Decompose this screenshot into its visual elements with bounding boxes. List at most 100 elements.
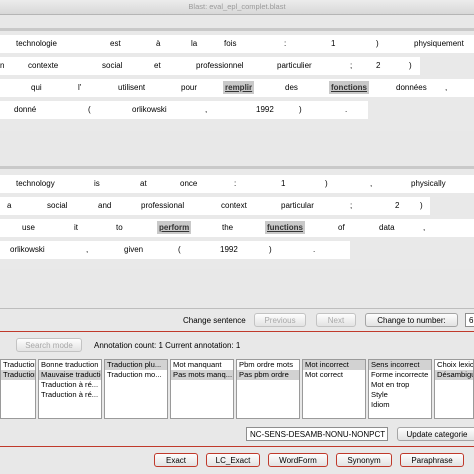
category-list[interactable]: Sens incorrect Forme incorrecte Mot en t…: [368, 359, 432, 419]
source-token[interactable]: particulier: [277, 57, 312, 75]
target-token[interactable]: physically: [411, 175, 446, 193]
list-item[interactable]: Traduction à ré...: [39, 390, 101, 400]
source-token[interactable]: ,: [445, 79, 447, 97]
target-token[interactable]: orlikowski: [10, 241, 45, 259]
list-item[interactable]: Traduction à ré...: [39, 380, 101, 390]
source-token[interactable]: l': [78, 79, 81, 97]
list-item[interactable]: Mot manquant: [171, 360, 233, 370]
target-token[interactable]: ): [325, 175, 328, 193]
previous-button[interactable]: Previous: [254, 313, 306, 327]
target-token[interactable]: to: [116, 219, 123, 237]
category-list[interactable]: Choix lexicaux Désambiguïs...: [434, 359, 474, 419]
list-item[interactable]: Traduction mo...: [105, 370, 167, 380]
source-token[interactable]: donné: [14, 101, 36, 119]
source-token[interactable]: (: [88, 101, 91, 119]
target-token[interactable]: .: [313, 241, 315, 259]
list-item[interactable]: Mot correct: [303, 370, 365, 380]
category-code-field[interactable]: NC-SENS-DESAMB-NONU-NONPCT: [246, 427, 388, 441]
target-token[interactable]: ,: [86, 241, 88, 259]
target-token[interactable]: 1: [281, 175, 285, 193]
source-token[interactable]: ;: [350, 57, 352, 75]
category-list[interactable]: Traduction plu... Traduction mo...: [104, 359, 168, 419]
source-token-highlighted[interactable]: fonctions: [329, 81, 369, 94]
target-token[interactable]: particular: [281, 197, 314, 215]
source-token[interactable]: qui: [31, 79, 42, 97]
source-token[interactable]: physiquement: [414, 35, 464, 53]
target-token[interactable]: once: [180, 175, 197, 193]
category-list[interactable]: Bonne traduction Mauvaise traduction Tra…: [38, 359, 102, 419]
source-token[interactable]: données: [396, 79, 427, 97]
source-token[interactable]: utilisent: [118, 79, 145, 97]
target-token[interactable]: the: [222, 219, 233, 237]
source-token[interactable]: :: [284, 35, 286, 53]
update-category-button[interactable]: Update categorie: [397, 427, 474, 441]
source-token[interactable]: ): [376, 35, 379, 53]
target-token[interactable]: of: [338, 219, 345, 237]
list-item-selected[interactable]: Pas mots manq...: [171, 370, 233, 380]
list-item[interactable]: Bonne traduction: [39, 360, 101, 370]
list-item-selected[interactable]: Traduction non...: [1, 370, 35, 380]
source-token[interactable]: .: [345, 101, 347, 119]
source-token[interactable]: social: [102, 57, 122, 75]
source-token-highlighted[interactable]: remplir: [223, 81, 255, 94]
source-token[interactable]: et: [154, 57, 161, 75]
target-token[interactable]: ): [420, 197, 423, 215]
list-item[interactable]: Mot en trop: [369, 380, 431, 390]
target-token[interactable]: is: [94, 175, 100, 193]
source-token[interactable]: orlikowski: [132, 101, 167, 119]
target-token[interactable]: social: [47, 197, 67, 215]
exact-button[interactable]: Exact: [154, 453, 198, 467]
source-token[interactable]: 1: [331, 35, 335, 53]
source-token[interactable]: ,: [205, 101, 207, 119]
list-item[interactable]: Forme incorrecte: [369, 370, 431, 380]
list-item-selected[interactable]: Traduction plu...: [105, 360, 167, 370]
sentence-number-field[interactable]: 6: [465, 313, 474, 327]
list-item-selected[interactable]: Mot incorrect: [303, 360, 365, 370]
source-token[interactable]: des: [285, 79, 298, 97]
target-token-highlighted[interactable]: perform: [157, 221, 192, 234]
target-token[interactable]: ,: [370, 175, 372, 193]
list-item[interactable]: Style: [369, 390, 431, 400]
target-token[interactable]: ,: [423, 219, 425, 237]
lc-exact-button[interactable]: LC_Exact: [206, 453, 260, 467]
target-token[interactable]: context: [221, 197, 247, 215]
source-token[interactable]: ): [409, 57, 412, 75]
list-item-selected[interactable]: Pas pbm ordre: [237, 370, 299, 380]
next-button[interactable]: Next: [316, 313, 356, 327]
target-token[interactable]: technology: [16, 175, 55, 193]
list-item[interactable]: Pbm ordre mots: [237, 360, 299, 370]
target-token[interactable]: ): [269, 241, 272, 259]
target-token[interactable]: a: [7, 197, 11, 215]
target-token[interactable]: given: [124, 241, 143, 259]
target-token[interactable]: ;: [350, 197, 352, 215]
target-token[interactable]: data: [379, 219, 395, 237]
list-item[interactable]: Idiom: [369, 400, 431, 410]
target-token[interactable]: 1992: [220, 241, 238, 259]
source-token[interactable]: fois: [224, 35, 236, 53]
paraphrase-button[interactable]: Paraphrase: [400, 453, 464, 467]
source-token[interactable]: professionnel: [196, 57, 244, 75]
source-token[interactable]: technologie: [16, 35, 57, 53]
source-token[interactable]: pour: [181, 79, 197, 97]
source-token[interactable]: ): [299, 101, 302, 119]
source-token[interactable]: 1992: [256, 101, 274, 119]
target-token[interactable]: at: [140, 175, 147, 193]
target-token-highlighted[interactable]: functions: [265, 221, 305, 234]
source-token[interactable]: la: [191, 35, 197, 53]
target-token[interactable]: (: [178, 241, 181, 259]
list-item-selected[interactable]: Mauvaise traduction: [39, 370, 101, 380]
search-mode-button[interactable]: Search mode: [16, 338, 82, 352]
target-token[interactable]: :: [234, 175, 236, 193]
target-token[interactable]: professional: [141, 197, 184, 215]
target-token[interactable]: use: [22, 219, 35, 237]
list-item[interactable]: Choix lexicaux: [435, 360, 473, 370]
synonym-button[interactable]: Synonym: [336, 453, 392, 467]
target-token[interactable]: it: [74, 219, 78, 237]
target-token[interactable]: and: [98, 197, 111, 215]
wordform-button[interactable]: WordForm: [268, 453, 328, 467]
list-item-selected[interactable]: Sens incorrect: [369, 360, 431, 370]
source-token[interactable]: n: [0, 57, 4, 75]
category-list[interactable]: Mot incorrect Mot correct: [302, 359, 366, 419]
category-list[interactable]: Traduction atte Traduction non...: [0, 359, 36, 419]
target-token[interactable]: 2: [395, 197, 399, 215]
